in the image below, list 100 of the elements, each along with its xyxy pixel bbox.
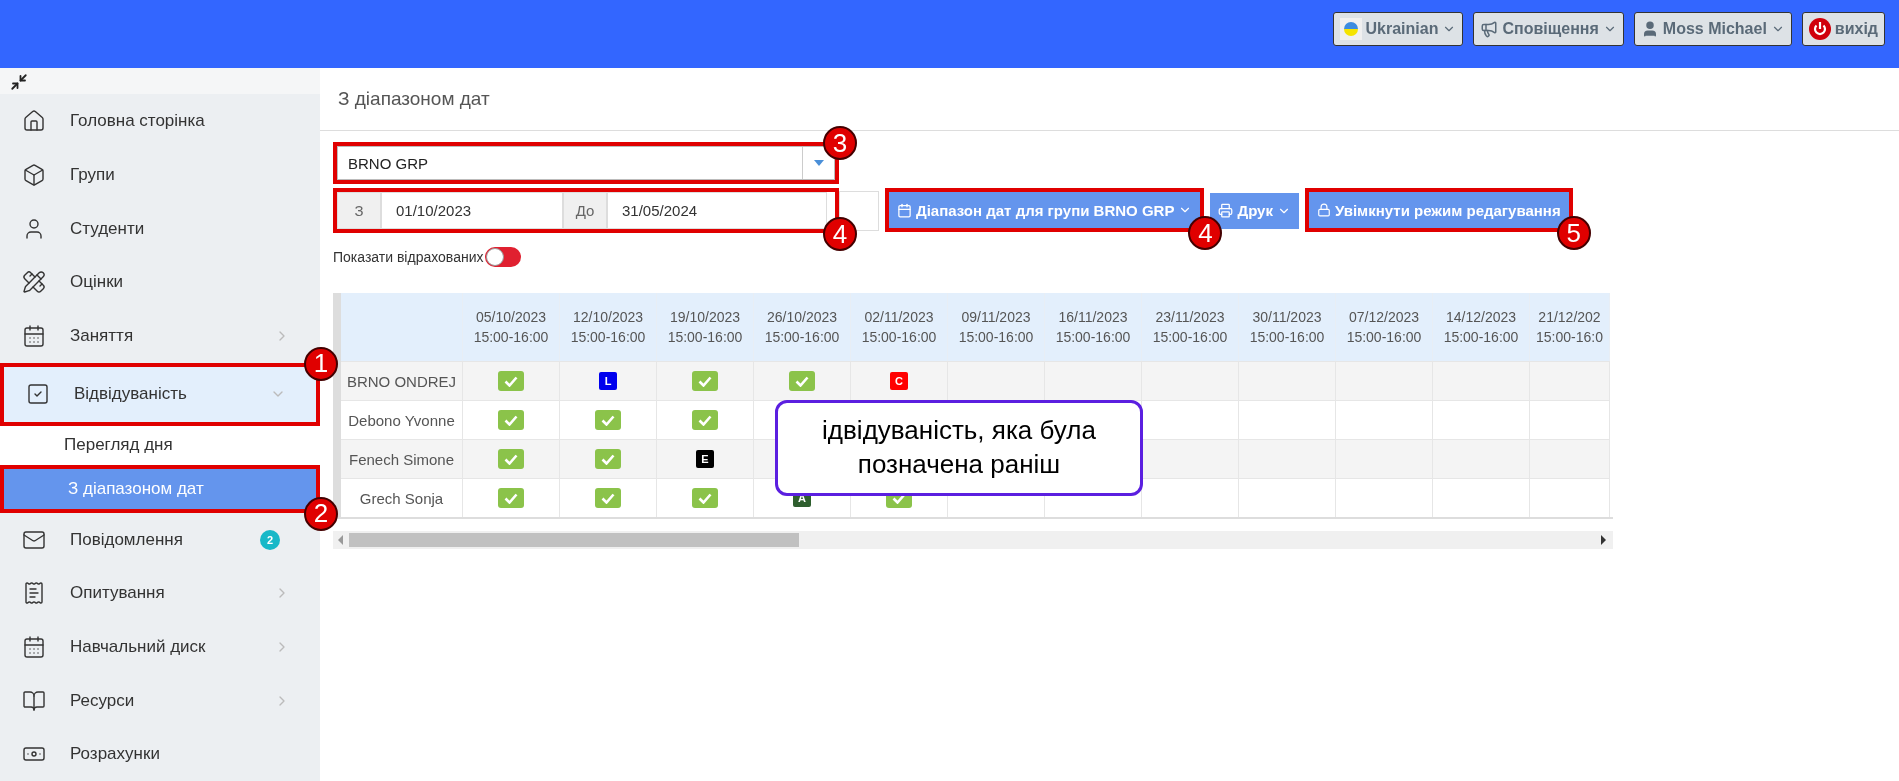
menu-label: Розрахунки bbox=[70, 744, 160, 764]
power-icon bbox=[1808, 18, 1831, 40]
sidebar-item[interactable]: Оцінки bbox=[0, 255, 320, 309]
present-mark bbox=[789, 371, 815, 391]
present-mark bbox=[595, 449, 621, 469]
toggle-label: Показати відрахованих bbox=[333, 249, 484, 265]
time-text: 15:00-16:00 bbox=[1443, 329, 1519, 345]
time-text: 15:00-16:0 bbox=[1536, 329, 1603, 345]
menu-button[interactable]: Ukrainian bbox=[1332, 12, 1464, 46]
present-mark bbox=[498, 371, 524, 391]
present-mark bbox=[498, 488, 524, 508]
date-text: 23/11/2023 bbox=[1155, 309, 1225, 325]
calendar-icon bbox=[22, 323, 46, 348]
time-text: 15:00-16:00 bbox=[764, 329, 840, 345]
step-badge: 4 bbox=[823, 217, 857, 251]
sidebar-item[interactable]: Відвідуваність bbox=[4, 366, 316, 422]
attendance-mark: C bbox=[890, 372, 908, 390]
flag-icon bbox=[1339, 18, 1362, 40]
menu-label: Опитування bbox=[70, 583, 165, 603]
receipt-icon bbox=[22, 581, 46, 606]
home-icon bbox=[22, 109, 46, 134]
step-badge: 3 bbox=[823, 126, 857, 160]
date-text: 14/12/2023 bbox=[1445, 309, 1517, 325]
ruler-pencil-icon bbox=[22, 270, 46, 295]
menu-label: З діапазоном дат bbox=[68, 478, 204, 498]
menu-button[interactable]: Moss Michael bbox=[1633, 12, 1792, 46]
time-text: 15:00-16:00 bbox=[861, 329, 937, 345]
menu-label: Повідомлення bbox=[70, 529, 183, 549]
printer-icon bbox=[1218, 203, 1234, 218]
time-text: 15:00-16:00 bbox=[1152, 329, 1228, 345]
scroll-right-icon[interactable] bbox=[1599, 535, 1607, 545]
sidebar-item[interactable]: Групи bbox=[0, 148, 320, 202]
menu-button[interactable]: Сповіщення bbox=[1473, 12, 1624, 46]
date-text: 16/11/2023 bbox=[1058, 309, 1128, 325]
present-mark bbox=[498, 449, 524, 469]
present-mark bbox=[595, 410, 621, 430]
time-text: 15:00-16:00 bbox=[570, 329, 646, 345]
sidebar-item[interactable]: Навчальний диск bbox=[0, 620, 320, 674]
menu-label: Оцінки bbox=[70, 272, 124, 292]
count-badge: 2 bbox=[260, 529, 280, 550]
logout-button[interactable]: вихід bbox=[1801, 12, 1885, 46]
date-text: 02/11/2023 bbox=[864, 309, 934, 325]
student-name: BRNO ONDREJ bbox=[341, 361, 463, 400]
student-name: Fenech Simone bbox=[341, 439, 463, 478]
menu-label: Навчальний диск bbox=[70, 636, 206, 656]
date-text: 09/11/2023 bbox=[961, 309, 1031, 325]
menu-label: Групи bbox=[70, 164, 115, 184]
box-icon bbox=[22, 162, 46, 187]
checkbox-icon bbox=[26, 382, 50, 407]
step-badge: 5 bbox=[1556, 216, 1591, 250]
date-text: 12/10/2023 bbox=[572, 309, 644, 325]
to-label: До bbox=[563, 192, 607, 229]
menu-label: Головна сторінка bbox=[70, 111, 205, 131]
collapse-icon[interactable] bbox=[10, 73, 28, 92]
present-mark bbox=[498, 410, 524, 430]
submenu-item[interactable]: Перегляд дня bbox=[0, 425, 320, 465]
date-text: 07/12/2023 bbox=[1348, 309, 1420, 325]
scroll-left-icon[interactable] bbox=[337, 535, 345, 545]
page-title: З діапазоном дат bbox=[320, 68, 1899, 131]
date-field[interactable]: 31/05/2024 bbox=[607, 192, 827, 229]
student-name: Grech Sonja bbox=[341, 478, 463, 517]
present-mark bbox=[692, 488, 718, 508]
from-label: З bbox=[337, 192, 381, 229]
attendance-mark: E bbox=[696, 450, 714, 468]
step-badge: 1 bbox=[304, 346, 338, 381]
group-select[interactable]: BRNO GRP bbox=[337, 146, 835, 180]
date-field[interactable]: 01/10/2023 bbox=[381, 192, 563, 229]
sidebar-item[interactable]: Ресурси bbox=[0, 673, 320, 728]
menu-label: Заняття bbox=[70, 325, 134, 345]
sidebar-item[interactable]: Студенти bbox=[0, 201, 320, 256]
date-text: 19/10/2023 bbox=[669, 309, 741, 325]
present-mark bbox=[692, 371, 718, 391]
sidebar-item[interactable]: Розрахунки bbox=[0, 727, 320, 781]
attendance-mark: L bbox=[599, 372, 617, 390]
step-badge: 2 bbox=[304, 496, 338, 531]
time-text: 15:00-16:00 bbox=[1055, 329, 1131, 345]
menu-label: Перегляд дня bbox=[64, 435, 173, 455]
step-badge: 4 bbox=[1188, 216, 1223, 250]
time-text: 15:00-16:00 bbox=[958, 329, 1034, 345]
megaphone-icon bbox=[1480, 20, 1499, 38]
menu-label: Студенти bbox=[70, 218, 145, 238]
present-mark bbox=[692, 410, 718, 430]
calendar-icon bbox=[22, 634, 46, 659]
date-text: 26/10/2023 bbox=[766, 309, 838, 325]
calendar-icon bbox=[897, 202, 912, 218]
horizontal-scrollbar[interactable] bbox=[333, 531, 1613, 549]
date-text: 05/10/2023 bbox=[475, 309, 547, 325]
sidebar-item[interactable]: Опитування bbox=[0, 566, 320, 620]
toggle-switch[interactable] bbox=[485, 247, 522, 267]
present-mark bbox=[595, 488, 621, 508]
lock-icon bbox=[1316, 203, 1331, 217]
callout-text: ідвідуваність, яка була позначена раніш bbox=[775, 400, 1143, 496]
sidebar-item[interactable]: Головна сторінка bbox=[0, 94, 320, 149]
menu-label: Ресурси bbox=[70, 690, 135, 710]
time-text: 15:00-16:00 bbox=[473, 329, 549, 345]
caret-icon bbox=[813, 160, 824, 166]
time-text: 15:00-16:00 bbox=[1249, 329, 1325, 345]
student-name: Debono Yvonne bbox=[341, 400, 463, 439]
time-text: 15:00-16:00 bbox=[1346, 329, 1422, 345]
time-text: 15:00-16:00 bbox=[667, 329, 743, 345]
